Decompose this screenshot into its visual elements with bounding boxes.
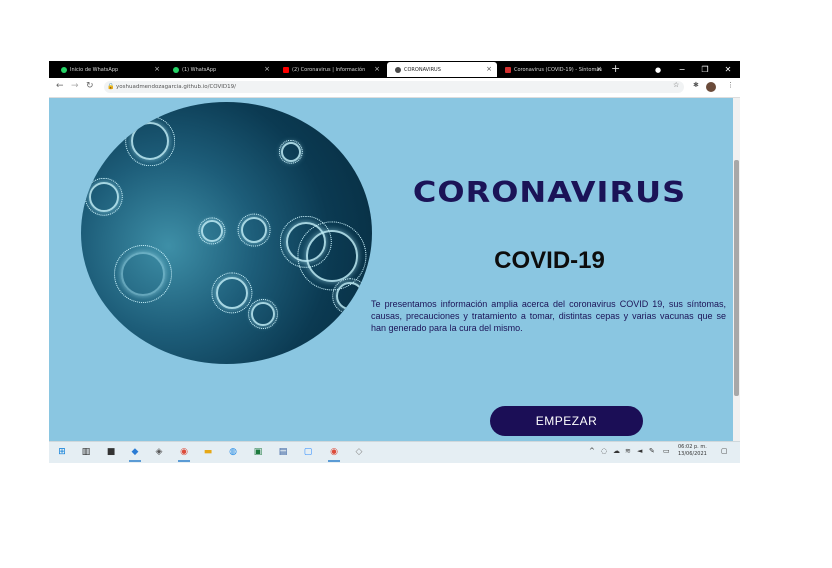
- site-icon: [505, 66, 511, 73]
- close-tab-icon[interactable]: ×: [154, 65, 160, 73]
- extensions-icon[interactable]: ✱: [693, 81, 699, 89]
- screenshot: Inicio de WhatsApp × (1) WhatsApp × (2) …: [49, 61, 740, 463]
- virus-particle: [131, 122, 169, 160]
- browser-tab-strip: Inicio de WhatsApp × (1) WhatsApp × (2) …: [49, 61, 740, 78]
- tab-youtube[interactable]: (2) Coronavirus | Información ×: [275, 62, 385, 77]
- virus-particle: [336, 282, 364, 310]
- excel-icon[interactable]: ▣: [252, 446, 264, 458]
- vscode-icon[interactable]: ◆: [129, 446, 141, 462]
- store-icon[interactable]: ■: [105, 446, 117, 458]
- maximize-button[interactable]: ❐: [694, 61, 716, 78]
- tab-coronavirus[interactable]: CORONAVIRUS ×: [387, 62, 497, 77]
- page-content: CORONAVIRUS COVID-19 Te presentamos info…: [49, 98, 733, 441]
- lock-icon: 🔒: [107, 83, 115, 90]
- network-icon[interactable]: ◌: [601, 447, 607, 455]
- wifi-icon[interactable]: ≋: [625, 447, 631, 455]
- forward-icon[interactable]: →: [71, 81, 79, 91]
- taskbar-clock[interactable]: 06:02 p. m. 13/06/2021: [678, 444, 707, 458]
- profile-icon[interactable]: ●: [647, 61, 669, 78]
- scrollbar[interactable]: [733, 98, 740, 441]
- virus-particle: [251, 302, 275, 326]
- close-tab-icon[interactable]: ×: [596, 65, 602, 73]
- language-icon[interactable]: ✎: [649, 447, 655, 455]
- site-icon: [395, 66, 401, 73]
- menu-icon[interactable]: ⋮: [727, 81, 734, 89]
- file-explorer-icon[interactable]: ▬: [202, 446, 214, 458]
- virus-particle: [306, 230, 358, 282]
- close-tab-icon[interactable]: ×: [486, 65, 492, 73]
- tray-chevron-icon[interactable]: ^: [589, 447, 595, 455]
- tab-label: (2) Coronavirus | Información: [292, 66, 366, 73]
- battery-icon[interactable]: ▭: [663, 447, 670, 455]
- edge-icon[interactable]: ◍: [227, 446, 239, 458]
- tab-label: Coronavirus (COVID-19) - Síntomas: [514, 66, 602, 73]
- app-icon[interactable]: ◇: [353, 446, 365, 458]
- virus-particle: [216, 277, 248, 309]
- task-view-icon[interactable]: ▥: [80, 446, 92, 458]
- close-window-button[interactable]: ✕: [717, 61, 739, 78]
- app-icon[interactable]: ◈: [153, 446, 165, 458]
- close-tab-icon[interactable]: ×: [264, 65, 270, 73]
- reload-icon[interactable]: ↻: [86, 81, 94, 91]
- page-title: CORONAVIRUS: [412, 174, 687, 210]
- url-text: yoshuadmendozagarcia.github.io/COVID19/: [116, 84, 237, 90]
- virus-particle: [89, 182, 119, 212]
- start-button[interactable]: EMPEZAR: [490, 406, 643, 436]
- virus-particle: [121, 252, 165, 296]
- whatsapp-icon: [173, 66, 179, 73]
- chrome-icon[interactable]: ◉: [178, 446, 190, 462]
- start-menu-icon[interactable]: ⊞: [56, 446, 68, 458]
- virus-particle: [241, 217, 267, 243]
- browser-toolbar: ← → ↻ 🔒 yoshuadmendozagarcia.github.io/C…: [49, 78, 740, 98]
- tab-label: (1) WhatsApp: [182, 66, 217, 73]
- minimize-button[interactable]: −: [671, 61, 693, 78]
- tab-covid-sintomas[interactable]: Coronavirus (COVID-19) - Síntomas ×: [497, 62, 607, 77]
- tab-label: Inicio de WhatsApp: [70, 66, 119, 73]
- back-icon[interactable]: ←: [56, 81, 64, 91]
- tab-whatsapp-home[interactable]: Inicio de WhatsApp ×: [53, 62, 165, 77]
- scrollbar-thumb[interactable]: [734, 160, 739, 396]
- page-description: Te presentamos información amplia acerca…: [371, 299, 726, 333]
- zoom-icon[interactable]: ▢: [302, 446, 314, 458]
- address-bar[interactable]: 🔒 yoshuadmendozagarcia.github.io/COVID19…: [104, 81, 684, 93]
- volume-icon[interactable]: ◄: [637, 447, 642, 455]
- profile-avatar[interactable]: [706, 82, 716, 92]
- virus-particle: [201, 220, 223, 242]
- whatsapp-icon: [61, 66, 67, 73]
- bookmark-star-icon[interactable]: ☆: [673, 81, 679, 89]
- page-subtitle: COVID-19: [494, 247, 605, 274]
- word-icon[interactable]: ▤: [277, 446, 289, 458]
- clock-date: 13/06/2021: [678, 451, 707, 457]
- chrome-icon[interactable]: ◉: [328, 446, 340, 462]
- windows-taskbar: ⊞ ▥ ■ ◆ ◈ ◉ ▬ ◍ ▣ ▤ ▢ ◉ ◇ ^ ◌ ☁ ≋ ◄ ✎ ▭ …: [49, 441, 740, 463]
- coronavirus-image: [81, 102, 372, 364]
- virus-particle: [281, 142, 301, 162]
- notifications-icon[interactable]: ▢: [721, 447, 728, 455]
- tab-label: CORONAVIRUS: [404, 66, 441, 73]
- tab-whatsapp[interactable]: (1) WhatsApp ×: [165, 62, 275, 77]
- new-tab-button[interactable]: +: [611, 62, 620, 75]
- close-tab-icon[interactable]: ×: [374, 65, 380, 73]
- clock-time: 06:02 p. m.: [678, 444, 707, 450]
- youtube-icon: [283, 66, 289, 73]
- onedrive-icon[interactable]: ☁: [613, 447, 620, 455]
